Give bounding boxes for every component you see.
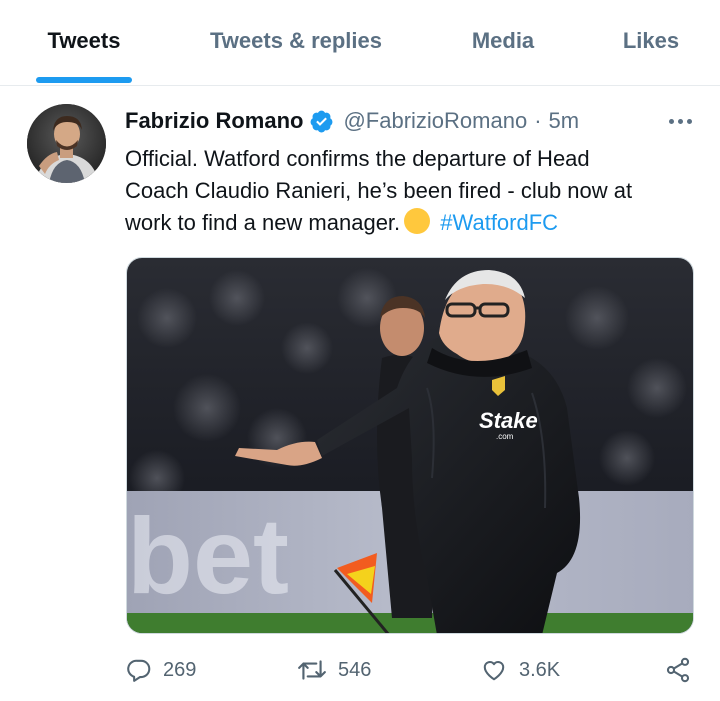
tab-media-label: Media	[471, 28, 535, 53]
jacket-sponsor-text: Stake	[479, 408, 538, 433]
tweet-text: Official. Watford confirms the departure…	[125, 143, 700, 239]
tweet-actions: 269 546 3.6K	[0, 650, 720, 690]
tweet-text-line-content: work to find a new manager.	[125, 210, 401, 235]
tab-tweets-and-replies[interactable]: Tweets & replies	[168, 0, 424, 86]
tab-tweets-and-replies-label: Tweets & replies	[210, 28, 382, 53]
photo-coach-pointing: bet Stake .com	[127, 258, 693, 633]
reply-button[interactable]: 269	[126, 650, 196, 690]
more-icon[interactable]	[665, 108, 695, 134]
hashtag-link[interactable]: #WatfordFC	[440, 210, 558, 235]
jacket-sponsor-subtext: .com	[496, 432, 514, 441]
reply-icon	[127, 659, 151, 682]
tweet-text-line-last: work to find a new manager. #WatfordFC	[125, 207, 700, 239]
like-count: 3.6K	[519, 658, 561, 681]
tweet-media-image[interactable]: bet Stake .com	[126, 257, 694, 634]
header-separator: ·	[534, 108, 542, 133]
tab-likes[interactable]: Likes	[582, 0, 720, 86]
tab-tweets[interactable]: Tweets	[0, 0, 168, 86]
tweet-header: Fabrizio Romano @FabrizioRomano · 5m	[125, 106, 579, 136]
active-tab-indicator	[36, 77, 132, 83]
retweet-count: 546	[338, 658, 372, 681]
reply-count: 269	[163, 658, 197, 681]
profile-tabs: Tweets Tweets & replies Media Likes	[0, 0, 720, 86]
retweet-button[interactable]: 546	[297, 650, 371, 690]
tweet-text-line: Official. Watford confirms the departure…	[125, 146, 590, 171]
tab-media[interactable]: Media	[424, 0, 582, 86]
avatar-image	[27, 104, 106, 183]
like-button[interactable]: 3.6K	[480, 650, 560, 690]
author-handle[interactable]: @FabrizioRomano	[343, 108, 527, 134]
tab-tweets-label: Tweets	[47, 28, 121, 53]
like-icon	[483, 661, 505, 681]
verified-badge-icon	[309, 109, 334, 134]
board-text: bet	[127, 495, 289, 616]
avatar[interactable]	[27, 104, 106, 183]
tweet-timestamp[interactable]: 5m	[549, 108, 580, 134]
tab-likes-label: Likes	[622, 28, 680, 53]
yellow-circle-emoji-icon	[404, 208, 431, 234]
retweet-icon	[298, 660, 326, 680]
share-icon	[666, 657, 690, 683]
share-button[interactable]	[664, 650, 692, 690]
tweet-text-line: Coach Claudio Ranieri, he’s been fired -…	[125, 178, 633, 203]
author-display-name[interactable]: Fabrizio Romano	[125, 108, 303, 134]
